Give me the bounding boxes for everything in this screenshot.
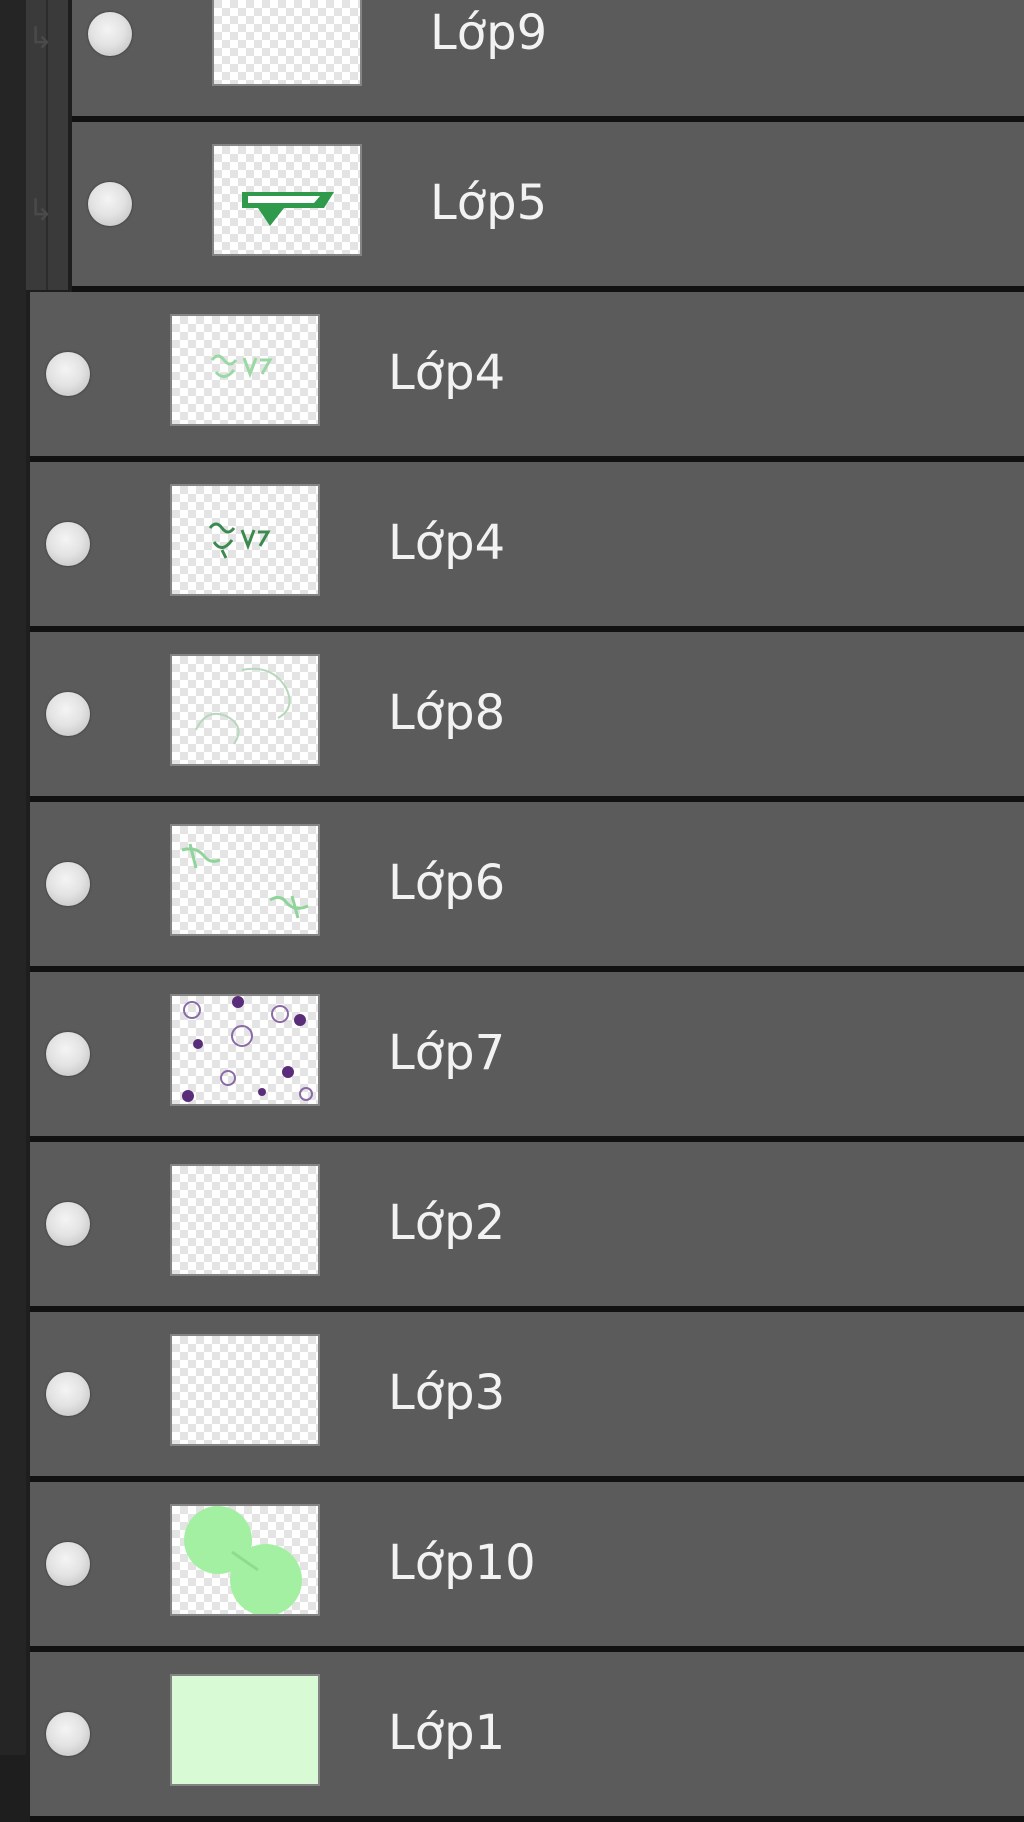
layer-thumbnail (172, 1676, 318, 1784)
layer-thumbnail (172, 1506, 318, 1614)
layer-name: Lớp4 (388, 515, 506, 571)
layer-thumbnail (172, 316, 318, 424)
clip-arrow-icon: ↳ (28, 21, 54, 56)
layer-row[interactable]: Lớp7 (30, 972, 1024, 1142)
layer-name: Lớp10 (388, 1535, 536, 1591)
layer-name: Lớp8 (388, 685, 506, 741)
layer-row[interactable]: Lớp5 (72, 122, 1024, 292)
visibility-toggle-icon[interactable] (46, 862, 90, 906)
layer-thumbnail (214, 146, 360, 254)
layer-row[interactable]: Lớp6 (30, 802, 1024, 972)
layer-name: Lớp4 (388, 345, 506, 401)
layer-row[interactable]: Lớp9 (72, 0, 1024, 122)
layer-name: Lớp5 (430, 175, 548, 231)
layer-name: Lớp7 (388, 1025, 506, 1081)
layer-thumbnail (172, 1166, 318, 1274)
layer-row[interactable]: Lớp2 (30, 1142, 1024, 1312)
layer-row[interactable]: Lớp3 (30, 1312, 1024, 1482)
visibility-toggle-icon[interactable] (46, 1372, 90, 1416)
visibility-toggle-icon[interactable] (46, 352, 90, 396)
clip-arrow-icon: ↳ (28, 193, 54, 228)
layer-thumbnail (172, 1336, 318, 1444)
visibility-toggle-icon[interactable] (46, 1202, 90, 1246)
layer-row[interactable]: Lớp4 (30, 462, 1024, 632)
layer-row[interactable]: Lớp4 (30, 292, 1024, 462)
visibility-toggle-icon[interactable] (46, 692, 90, 736)
layer-row[interactable]: Lớp8 (30, 632, 1024, 802)
layer-name: Lớp2 (388, 1195, 506, 1251)
visibility-toggle-icon[interactable] (46, 1032, 90, 1076)
layer-name: Lớp3 (388, 1365, 506, 1421)
layer-row[interactable]: Lớp1 (30, 1652, 1024, 1822)
panel-left-edge (0, 0, 26, 1755)
layer-thumbnail (172, 486, 318, 594)
layer-thumbnail (172, 826, 318, 934)
layer-thumbnail (172, 656, 318, 764)
visibility-toggle-icon[interactable] (88, 182, 132, 226)
layer-name: Lớp9 (430, 5, 548, 61)
layer-thumbnail (214, 0, 360, 84)
visibility-toggle-icon[interactable] (88, 12, 132, 56)
visibility-toggle-icon[interactable] (46, 522, 90, 566)
layer-row[interactable]: Lớp10 (30, 1482, 1024, 1652)
layer-name: Lớp1 (388, 1705, 506, 1761)
layer-name: Lớp6 (388, 855, 506, 911)
layers-panel: ↳ ↳ Lớp9 Lớp5 Lớp4 Lớp4 Lớp8 Lớp6 Lớp7 L… (0, 0, 1024, 1822)
layer-thumbnail (172, 996, 318, 1104)
visibility-toggle-icon[interactable] (46, 1542, 90, 1586)
visibility-toggle-icon[interactable] (46, 1712, 90, 1756)
